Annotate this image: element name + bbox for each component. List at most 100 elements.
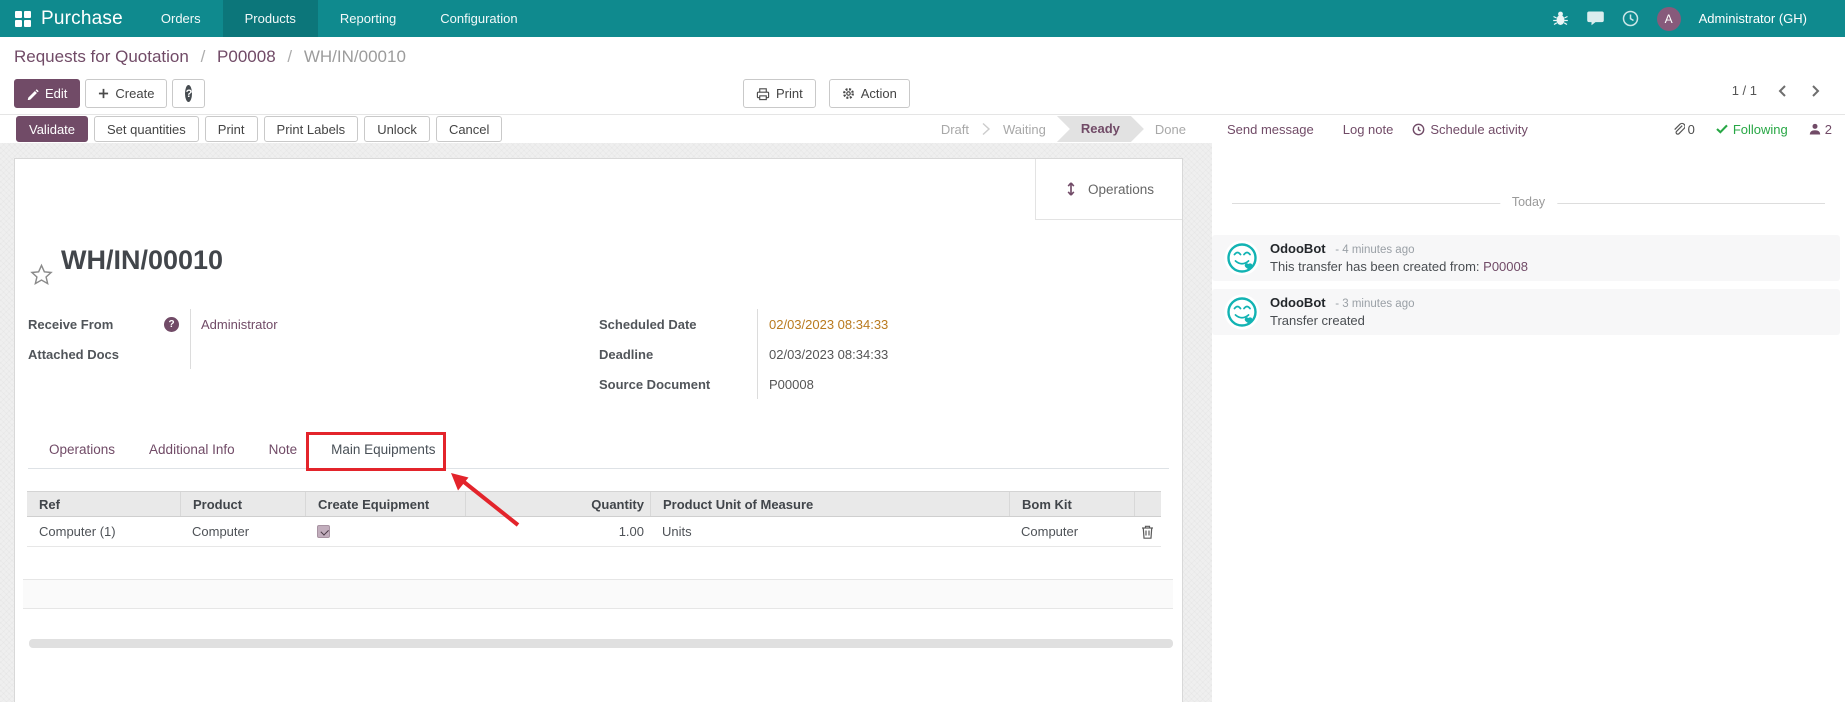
tab-additional-info[interactable]: Additional Info <box>132 431 252 468</box>
status-bar: Validate Set quantities Print Print Labe… <box>0 115 1212 143</box>
workflow-buttons: Validate Set quantities Print Print Labe… <box>16 116 502 142</box>
help-badge-icon[interactable]: ? <box>164 317 179 332</box>
message-body: Transfer created <box>1270 313 1365 328</box>
help-button[interactable]: ? <box>172 79 205 108</box>
arrows-up-down-icon <box>1064 181 1078 197</box>
column-header-bom-kit[interactable]: Bom Kit <box>1009 492 1134 516</box>
print-labels-button[interactable]: Print Labels <box>264 116 359 142</box>
print-button[interactable]: Print <box>205 116 258 142</box>
column-header-uom[interactable]: Product Unit of Measure <box>650 492 1009 516</box>
send-message-button[interactable]: Send message <box>1227 122 1314 137</box>
print-menu-button[interactable]: Print <box>743 79 816 108</box>
schedule-activity-button[interactable]: Schedule activity <box>1412 122 1528 137</box>
gear-icon <box>842 87 855 100</box>
table-row[interactable]: Computer (1) Computer 1.00 Units Compute… <box>27 517 1161 547</box>
delete-row-button[interactable] <box>1140 524 1155 540</box>
step-waiting[interactable]: Waiting <box>994 122 1055 137</box>
attachments-button[interactable]: 0 <box>1671 122 1695 137</box>
validate-button[interactable]: Validate <box>16 116 88 142</box>
log-note-button[interactable]: Log note <box>1343 122 1394 137</box>
cell-uom[interactable]: Units <box>650 517 1009 546</box>
messages-icon[interactable] <box>1587 10 1604 27</box>
tab-note[interactable]: Note <box>252 431 315 468</box>
edit-button[interactable]: Edit <box>14 79 80 108</box>
form-view-background: Operations WH/IN/00010 Receive From ? Ad… <box>0 143 1212 702</box>
status-steps: Draft Waiting Ready Done <box>932 116 1195 142</box>
pager-previous-icon[interactable] <box>1777 84 1791 98</box>
user-avatar[interactable]: A <box>1657 7 1681 31</box>
field-scheduled-date: Scheduled Date 02/03/2023 08:34:33 <box>599 309 1074 339</box>
field-group-left: Receive From ? Administrator Attached Do… <box>28 309 573 369</box>
chatter-toolbar-right: 0 Following 2 <box>1671 122 1845 137</box>
odoobot-avatar[interactable] <box>1224 294 1260 330</box>
unlock-button[interactable]: Unlock <box>364 116 430 142</box>
cell-quantity[interactable]: 1.00 <box>465 517 650 546</box>
menu-reporting[interactable]: Reporting <box>318 0 418 37</box>
message-author[interactable]: OdooBot <box>1270 295 1326 310</box>
user-menu[interactable]: Administrator (GH) <box>1699 11 1807 26</box>
pager-count: 1 / 1 <box>1732 83 1757 98</box>
top-nav-bar: Purchase Orders Products Reporting Confi… <box>0 0 1845 37</box>
empty-table-stripe <box>23 579 1173 609</box>
chevron-right-icon <box>979 122 993 136</box>
following-button[interactable]: Following <box>1716 122 1788 137</box>
field-label: Attached Docs <box>28 347 119 362</box>
activities-clock-icon[interactable] <box>1622 10 1639 27</box>
cancel-button[interactable]: Cancel <box>436 116 502 142</box>
breadcrumb-p00008-link[interactable]: P00008 <box>217 47 276 66</box>
cell-bom-kit[interactable]: Computer <box>1009 517 1134 546</box>
field-label: Deadline <box>599 347 653 362</box>
content-row: Operations WH/IN/00010 Receive From ? Ad… <box>0 143 1845 702</box>
column-header-quantity[interactable]: Quantity <box>465 492 650 516</box>
field-label: Scheduled Date <box>599 317 697 332</box>
plus-icon <box>98 88 109 99</box>
followers-button[interactable]: 2 <box>1809 122 1832 137</box>
tab-main-equipments[interactable]: Main Equipments <box>314 431 452 468</box>
set-quantities-button[interactable]: Set quantities <box>94 116 199 142</box>
debug-bug-icon[interactable] <box>1552 10 1569 27</box>
control-panel: Requests for Quotation / P00008 / WH/IN/… <box>0 37 1845 115</box>
odoobot-avatar[interactable] <box>1224 240 1260 276</box>
breadcrumb: Requests for Quotation / P00008 / WH/IN/… <box>14 47 406 67</box>
message-record-link[interactable]: P00008 <box>1483 259 1528 274</box>
pager: 1 / 1 <box>1732 83 1825 98</box>
apps-menu-icon[interactable] <box>14 10 32 28</box>
form-action-buttons: Edit Create ? <box>14 79 205 108</box>
date-divider-label: Today <box>1500 195 1557 209</box>
tab-operations[interactable]: Operations <box>32 431 132 468</box>
favorite-star-icon[interactable] <box>30 263 53 286</box>
breadcrumb-rfq-link[interactable]: Requests for Quotation <box>14 47 189 66</box>
field-source-document: Source Document P00008 <box>599 369 1074 399</box>
trash-icon <box>1140 524 1155 540</box>
receive-from-value[interactable]: Administrator <box>191 317 278 332</box>
menu-configuration[interactable]: Configuration <box>418 0 539 37</box>
create-equipment-checkbox[interactable] <box>317 525 330 538</box>
chatter-toolbar: Send message Log note Schedule activity … <box>1212 115 1845 143</box>
status-row: Validate Set quantities Print Print Labe… <box>0 115 1845 143</box>
step-draft[interactable]: Draft <box>932 122 978 137</box>
field-attached-docs: Attached Docs <box>28 339 573 369</box>
operations-smart-button[interactable]: Operations <box>1035 159 1182 220</box>
cell-ref[interactable]: Computer (1) <box>27 517 180 546</box>
step-ready[interactable]: Ready <box>1057 116 1144 142</box>
menu-products[interactable]: Products <box>223 0 318 37</box>
topbar-right: A Administrator (GH) <box>1552 7 1845 31</box>
cell-product[interactable]: Computer <box>180 517 305 546</box>
pager-next-icon[interactable] <box>1811 84 1825 98</box>
chatter-message: OdooBot - 4 minutes ago This transfer ha… <box>1212 235 1840 281</box>
message-author[interactable]: OdooBot <box>1270 241 1326 256</box>
horizontal-scrollbar[interactable] <box>29 639 1173 648</box>
column-header-product[interactable]: Product <box>180 492 305 516</box>
menu-orders[interactable]: Orders <box>139 0 223 37</box>
print-action-buttons: Print Action <box>743 79 910 108</box>
create-button[interactable]: Create <box>85 79 167 108</box>
column-header-actions <box>1134 492 1161 516</box>
action-menu-button[interactable]: Action <box>829 79 910 108</box>
person-icon <box>1809 123 1821 135</box>
column-header-create-equipment[interactable]: Create Equipment <box>305 492 465 516</box>
app-title[interactable]: Purchase <box>41 8 123 30</box>
notebook-tabs: Operations Additional Info Note Main Equ… <box>28 431 1169 469</box>
question-circle-icon: ? <box>185 85 192 102</box>
column-header-ref[interactable]: Ref <box>27 492 180 516</box>
step-done[interactable]: Done <box>1146 122 1195 137</box>
